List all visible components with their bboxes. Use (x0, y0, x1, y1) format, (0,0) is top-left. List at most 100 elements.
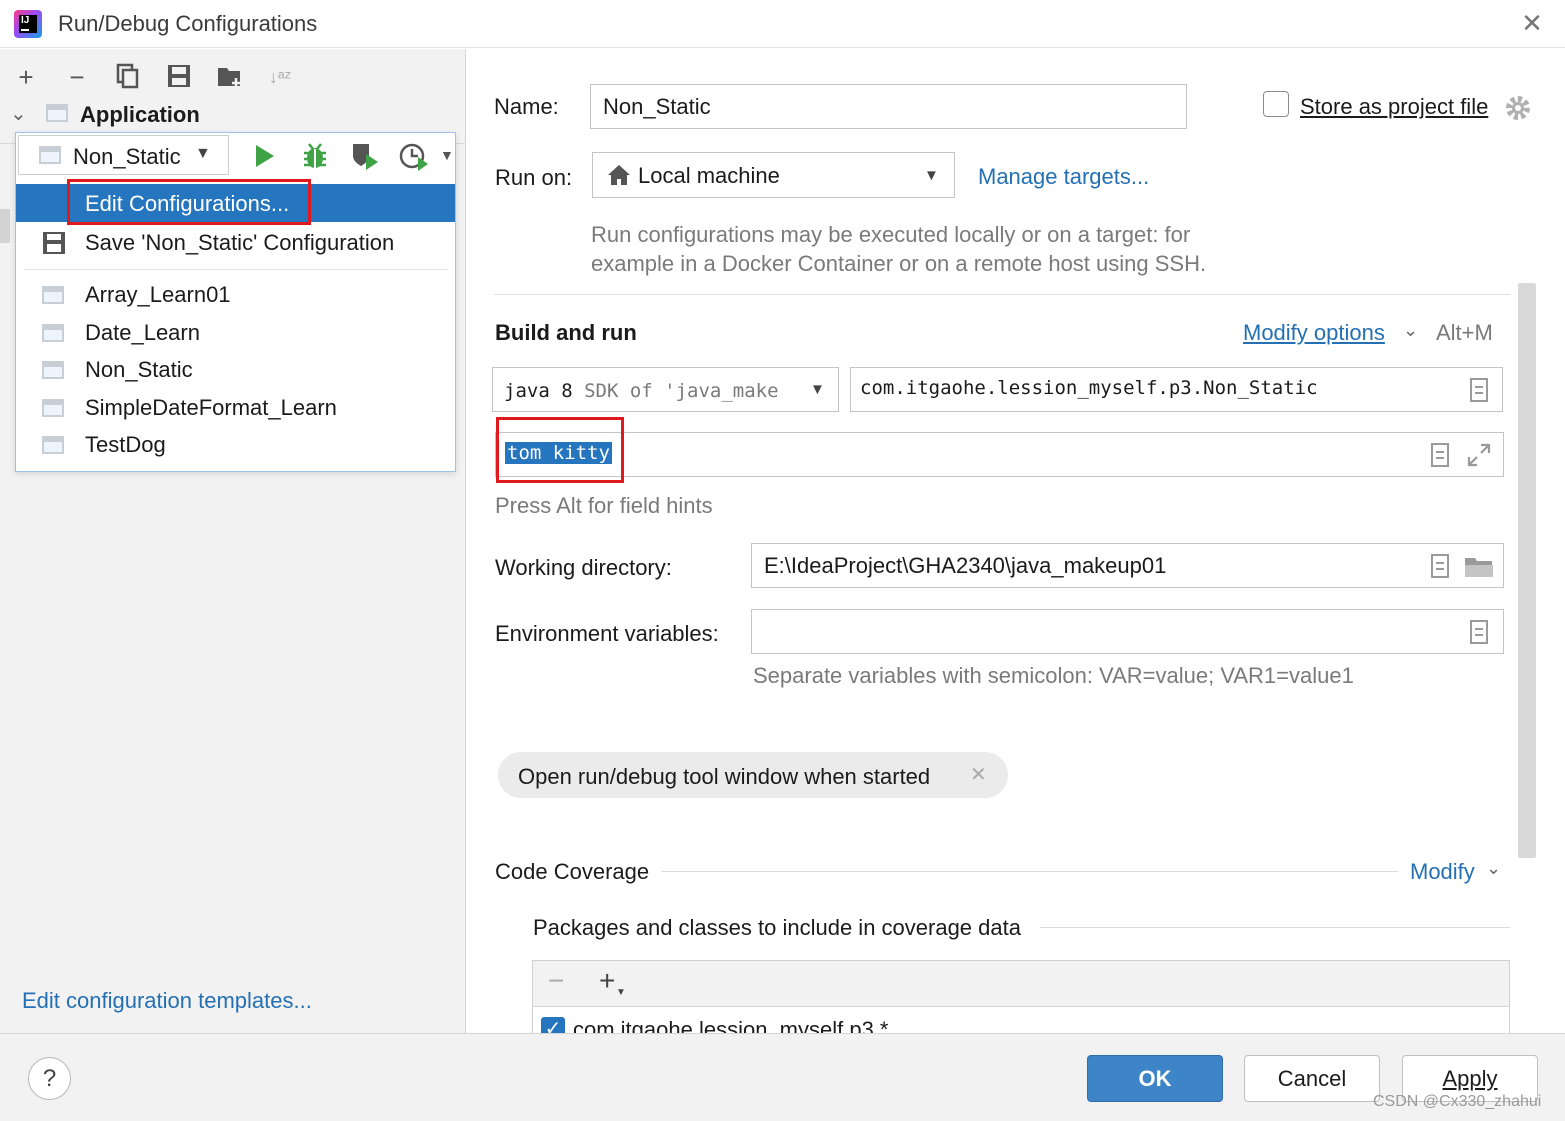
working-directory-input[interactable]: E:\IdeaProject\GHA2340\java_makeup01 (751, 543, 1504, 588)
config-icon (42, 399, 64, 422)
name-value: Non_Static (603, 94, 711, 119)
copy-icon[interactable] (114, 63, 142, 91)
debug-icon[interactable] (300, 141, 330, 176)
browse-icon[interactable] (1470, 378, 1488, 402)
config-icon (42, 361, 64, 384)
title-bar: IJ Run/Debug Configurations ✕ (0, 0, 1565, 48)
ok-button[interactable]: OK (1087, 1055, 1223, 1102)
remove-icon[interactable]: − (63, 63, 91, 91)
open-tool-window-chip[interactable]: Open run/debug tool window when started … (498, 752, 1008, 798)
edit-templates-link[interactable]: Edit configuration templates... (22, 988, 312, 1014)
working-directory-label: Working directory: (495, 555, 672, 581)
gear-icon[interactable] (1503, 93, 1533, 128)
window-title: Run/Debug Configurations (58, 11, 318, 36)
coverage-modify-link[interactable]: Modify (1410, 859, 1475, 885)
divider (24, 269, 448, 270)
sort-icon[interactable]: ↓ᵃᶻ (266, 63, 294, 91)
program-arguments-highlight (496, 417, 624, 483)
folder-icon[interactable] (1464, 555, 1494, 584)
chip-label: Open run/debug tool window when started (518, 764, 931, 789)
insert-macro-icon[interactable] (1431, 443, 1449, 467)
dropdown-arrow-icon: ▼ (810, 381, 825, 398)
home-icon (607, 163, 631, 192)
working-directory-label-text: Working directory: (495, 555, 672, 580)
run-on-dropdown[interactable]: Local machine ▼ (592, 152, 955, 198)
add-icon[interactable]: + (599, 965, 615, 997)
jdk-version: java 8 (504, 380, 573, 402)
modify-options-shortcut: Alt+M (1436, 320, 1493, 345)
config-icon (42, 324, 64, 347)
watermark: CSDN @Cx330_zhahui (1373, 1093, 1542, 1110)
config-label: Array_Learn01 (85, 282, 231, 307)
config-icon (42, 436, 64, 459)
code-coverage-title: Code Coverage (495, 859, 650, 884)
edit-configurations-highlight (67, 179, 311, 225)
run-icon[interactable] (252, 141, 278, 176)
list-item[interactable]: Array_Learn01 (16, 276, 455, 314)
save-configuration-label: Save 'Non_Static' Configuration (85, 230, 395, 255)
jdk-description: SDK of 'java_make (584, 380, 779, 402)
selected-config: Non_Static (73, 144, 181, 169)
list-item[interactable]: Non_Static (16, 351, 455, 389)
working-directory-value: E:\IdeaProject\GHA2340\java_makeup01 (764, 553, 1167, 578)
save-icon (42, 231, 66, 260)
intellij-logo-icon: IJ (14, 10, 42, 38)
build-and-run-title: Build and run (495, 320, 637, 345)
table-toolbar: − + ▼ (533, 961, 1509, 1007)
modify-options-link[interactable]: Modify options (1243, 320, 1385, 346)
cancel-button[interactable]: Cancel (1244, 1055, 1380, 1102)
list-item[interactable]: TestDog (16, 426, 455, 464)
more-dropdown-icon[interactable]: ▼ (440, 147, 454, 163)
insert-macro-icon[interactable] (1431, 554, 1449, 578)
close-icon[interactable]: ✕ (1518, 8, 1546, 38)
program-arguments-input[interactable]: tom kitty (495, 432, 1504, 477)
main-class-value: com.itgaohe.lession_myself.p3.Non_Static (860, 377, 1318, 399)
divider (494, 294, 1510, 295)
run-config-selector[interactable]: Non_Static ▼ (18, 135, 229, 175)
tree-root-application[interactable]: Application (80, 102, 200, 128)
environment-variables-label: Environment variables: (495, 621, 719, 646)
scrollbar-thumb[interactable] (1518, 283, 1536, 858)
config-icon (42, 286, 64, 309)
add-icon[interactable]: + (12, 63, 40, 91)
collapse-chevron-icon[interactable]: ⌄ (10, 101, 27, 126)
help-button[interactable]: ? (28, 1057, 71, 1100)
divider (661, 871, 1398, 872)
config-icon (39, 146, 61, 169)
manage-targets-link[interactable]: Manage targets... (978, 164, 1149, 190)
store-as-project-label[interactable]: Store as project file (1300, 94, 1488, 120)
run-on-label: Run on: (495, 165, 573, 190)
remove-icon[interactable]: − (548, 965, 564, 997)
application-icon (46, 104, 68, 127)
store-as-project-checkbox[interactable] (1263, 91, 1289, 117)
chevron-down-icon: ⌄ (1486, 858, 1502, 878)
jdk-dropdown[interactable]: java 8 SDK of 'java_make ▼ (492, 367, 839, 412)
config-label: TestDog (85, 432, 166, 457)
dropdown-arrow-icon: ▼ (195, 145, 211, 162)
list-item[interactable]: Date_Learn (16, 314, 455, 352)
close-icon[interactable]: ✕ (970, 762, 987, 787)
selection-stub (0, 209, 10, 243)
main-class-input[interactable]: com.itgaohe.lession_myself.p3.Non_Static (850, 367, 1503, 412)
chevron-down-icon: ⌄ (1403, 320, 1419, 340)
list-item[interactable]: SimpleDateFormat_Learn (16, 389, 455, 427)
run-on-value: Local machine (638, 163, 780, 188)
field-hints-text: Press Alt for field hints (495, 493, 713, 518)
folder-add-icon[interactable] (216, 63, 244, 91)
save-icon[interactable] (165, 63, 193, 91)
add-dropdown-icon: ▼ (616, 987, 626, 998)
run-on-hint-line1: Run configurations may be executed local… (591, 222, 1191, 247)
run-config-popup: Non_Static ▼ ▼ Edit Configurations... Sa… (15, 132, 456, 472)
config-label: SimpleDateFormat_Learn (85, 395, 337, 420)
profile-icon[interactable] (398, 141, 432, 176)
name-label: Name: (494, 94, 559, 119)
name-input[interactable]: Non_Static (590, 84, 1187, 129)
save-configuration-item[interactable]: Save 'Non_Static' Configuration (16, 224, 455, 262)
expand-icon[interactable] (1466, 442, 1492, 473)
run-on-hint-line2: example in a Docker Container or on a re… (591, 251, 1207, 276)
edit-variables-icon[interactable] (1470, 620, 1488, 644)
environment-variables-input[interactable] (751, 609, 1504, 654)
dropdown-arrow-icon: ▼ (924, 167, 939, 184)
environment-variables-hint: Separate variables with semicolon: VAR=v… (753, 663, 1354, 688)
coverage-icon[interactable] (350, 141, 382, 176)
